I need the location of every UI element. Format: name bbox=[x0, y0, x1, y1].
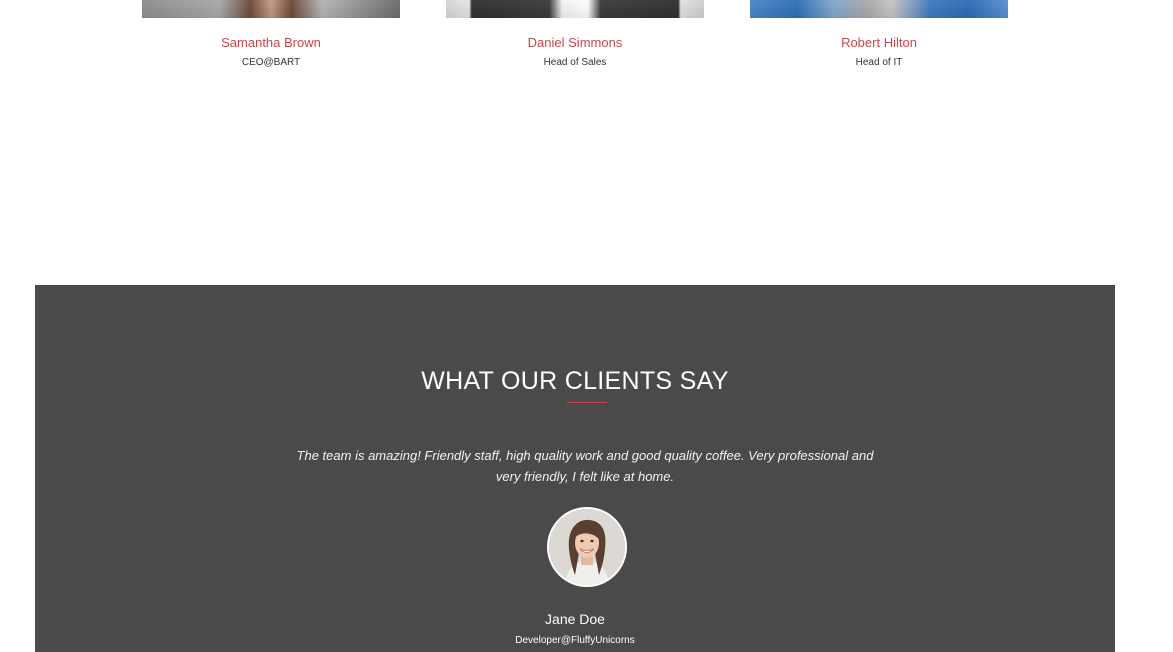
team-member-role: Head of IT bbox=[855, 57, 903, 68]
team-section: Samantha Brown CEO@BART Daniel Simmons H… bbox=[0, 0, 1173, 285]
testimonial-author-role: Developer@FluffyUnicorns bbox=[515, 635, 635, 646]
testimonial-quote: The team is amazing! Friendly staff, hig… bbox=[296, 448, 874, 484]
testimonial-avatar bbox=[547, 507, 627, 587]
title-divider bbox=[567, 402, 607, 403]
team-member-name: Daniel Simmons bbox=[527, 35, 623, 50]
testimonial-author-name: Jane Doe bbox=[545, 611, 605, 627]
team-member-card: Robert Hilton Head of IT bbox=[750, 0, 1008, 70]
team-member-card: Samantha Brown CEO@BART bbox=[142, 0, 400, 70]
team-member-photo bbox=[750, 0, 1008, 18]
team-member-card: Daniel Simmons Head of Sales bbox=[446, 0, 704, 70]
avatar-portrait-icon bbox=[549, 509, 625, 585]
team-member-role: Head of Sales bbox=[543, 57, 607, 68]
team-member-role: CEO@BART bbox=[241, 57, 301, 68]
team-member-photo bbox=[142, 0, 400, 18]
testimonials-title: WHAT OUR CLIENTS SAY bbox=[421, 367, 729, 395]
team-member-name: Robert Hilton bbox=[841, 35, 917, 50]
team-member-name: Samantha Brown bbox=[221, 35, 321, 50]
page: Samantha Brown CEO@BART Daniel Simmons H… bbox=[0, 0, 1173, 652]
team-member-photo bbox=[446, 0, 704, 18]
testimonials-section: WHAT OUR CLIENTS SAY The team is amazing… bbox=[35, 285, 1115, 652]
